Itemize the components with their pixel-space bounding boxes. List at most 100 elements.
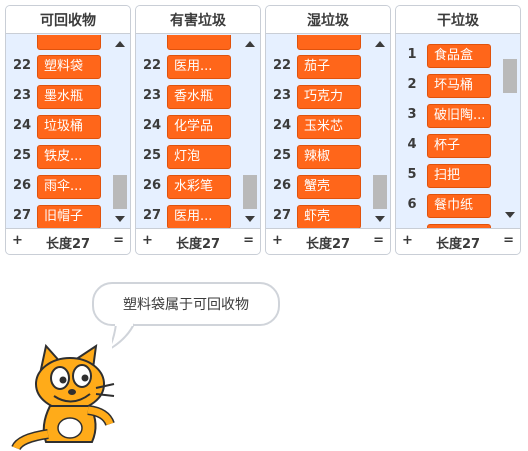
list-monitor-wet: 湿垃圾 22 茄子 23 巧克力 24 玉米芯 25 辣椒 26 蟹壳 27 虾…	[265, 5, 391, 255]
list-item: 26 蟹壳	[266, 172, 376, 202]
list-item-value[interactable]: 水彩笔	[167, 175, 231, 199]
list-item-value[interactable]	[37, 35, 101, 50]
list-item-index: 22	[272, 58, 292, 73]
monitor-title: 湿垃圾	[266, 6, 390, 34]
list-item: 24 垃圾桶	[6, 112, 116, 142]
list-item-value[interactable]: 香水瓶	[167, 85, 231, 109]
cat-sprite-icon[interactable]	[10, 342, 140, 451]
list-item-index: 22	[142, 58, 162, 73]
scrollbar[interactable]	[370, 35, 390, 228]
resize-handle[interactable]: =	[243, 233, 254, 248]
list-item-value[interactable]	[167, 35, 231, 50]
scrollbar[interactable]	[110, 35, 130, 228]
list-item-index: 24	[272, 118, 292, 133]
scroll-up-arrow-icon[interactable]	[115, 41, 125, 47]
scrollbar-thumb[interactable]	[373, 175, 387, 209]
scroll-up-arrow-icon[interactable]	[375, 41, 385, 47]
list-item-index: 6	[407, 197, 417, 212]
list-body: 1 食品盒 2 坏马桶 3 破旧陶... 4 杯子 5 扫把 6 餐巾纸	[396, 35, 520, 228]
list-item-value[interactable]: 垃圾桶	[37, 115, 101, 139]
list-body: 22 茄子 23 巧克力 24 玉米芯 25 辣椒 26 蟹壳 27 虾壳	[266, 35, 390, 228]
list-item-value[interactable]: 扫把	[427, 164, 491, 188]
list-item-value[interactable]: 蟹壳	[297, 175, 361, 199]
list-item-index: 23	[12, 88, 32, 103]
list-item: 23 香水瓶	[136, 82, 246, 112]
list-length-label: 长度27	[45, 237, 91, 252]
list-item-value[interactable]: 旧帽子	[37, 205, 101, 228]
list-item-value[interactable]: 化学品	[167, 115, 231, 139]
scroll-down-arrow-icon[interactable]	[375, 216, 385, 222]
list-item-partial	[136, 35, 246, 53]
list-item: 22 医用...	[136, 52, 246, 82]
list-item: 23 墨水瓶	[6, 82, 116, 112]
list-item-index: 27	[12, 208, 32, 223]
list-item-value[interactable]: 茄子	[297, 55, 361, 79]
scroll-down-arrow-icon[interactable]	[245, 216, 255, 222]
list-body: 22 塑料袋 23 墨水瓶 24 垃圾桶 25 铁皮... 26 雨伞... 2…	[6, 35, 130, 228]
list-item-value[interactable]: 食品盒	[427, 44, 491, 68]
list-item-value[interactable]	[297, 35, 361, 50]
monitor-title: 干垃圾	[396, 6, 520, 34]
list-item-value[interactable]: 杯子	[427, 134, 491, 158]
list-item: 25 铁皮...	[6, 142, 116, 172]
list-item: 25 辣椒	[266, 142, 376, 172]
list-item: 24 玉米芯	[266, 112, 376, 142]
list-item-value[interactable]: 破旧陶...	[427, 104, 491, 128]
list-item-index: 1	[407, 47, 417, 62]
list-item: 22 茄子	[266, 52, 376, 82]
scrollbar-thumb[interactable]	[503, 59, 517, 93]
list-item-index: 26	[12, 178, 32, 193]
list-item-value[interactable]: 医用...	[167, 205, 231, 228]
list-item-value[interactable]: 医用...	[167, 55, 231, 79]
list-item-index: 25	[142, 148, 162, 163]
list-item-value[interactable]: 灯泡	[167, 145, 231, 169]
list-item: 6 餐巾纸	[396, 191, 506, 221]
scrollbar-thumb[interactable]	[113, 175, 127, 209]
list-item-value[interactable]: 铁皮...	[37, 145, 101, 169]
list-item-value[interactable]: 餐巾纸	[427, 194, 491, 218]
list-item: 26 雨伞...	[6, 172, 116, 202]
list-item: 24 化学品	[136, 112, 246, 142]
list-item: 27 虾壳	[266, 202, 376, 228]
list-item: 25 灯泡	[136, 142, 246, 172]
scrollbar-thumb[interactable]	[243, 175, 257, 209]
list-item-value[interactable]: 玉米芯	[297, 115, 361, 139]
list-item-partial	[6, 35, 116, 53]
list-item: 27 旧帽子	[6, 202, 116, 228]
list-item-value[interactable]: 塑料袋	[37, 55, 101, 79]
list-item-value[interactable]: 辣椒	[297, 145, 361, 169]
list-item-index: 26	[272, 178, 292, 193]
list-item: 2 坏马桶	[396, 71, 506, 101]
scrollbar[interactable]	[500, 35, 520, 228]
monitor-footer: + 长度27 =	[136, 228, 260, 254]
list-item-value[interactable]: 巧克力	[297, 85, 361, 109]
list-item-index: 22	[12, 58, 32, 73]
list-length-label: 长度27	[175, 237, 221, 252]
list-item: 5 扫把	[396, 161, 506, 191]
list-item: 23 巧克力	[266, 82, 376, 112]
resize-handle[interactable]: =	[373, 233, 384, 248]
speech-bubble: 塑料袋属于可回收物	[92, 282, 280, 326]
list-body: 22 医用... 23 香水瓶 24 化学品 25 灯泡 26 水彩笔 27 医…	[136, 35, 260, 228]
monitor-title: 可回收物	[6, 6, 130, 34]
list-monitor-recyclable: 可回收物 22 塑料袋 23 墨水瓶 24 垃圾桶 25 铁皮... 26 雨伞…	[5, 5, 131, 255]
list-item-index: 25	[272, 148, 292, 163]
list-monitor-dry: 干垃圾 1 食品盒 2 坏马桶 3 破旧陶... 4 杯子 5 扫把 6 餐巾纸	[395, 5, 521, 255]
list-length-label: 长度27	[435, 237, 481, 252]
resize-handle[interactable]: =	[113, 233, 124, 248]
list-item-value[interactable]: 墨水瓶	[37, 85, 101, 109]
scroll-down-arrow-icon[interactable]	[505, 212, 515, 218]
list-item-partial	[266, 35, 376, 53]
list-item-value[interactable]: 雨伞...	[37, 175, 101, 199]
list-item-index: 4	[407, 137, 417, 152]
scroll-up-arrow-icon[interactable]	[245, 41, 255, 47]
scrollbar[interactable]	[240, 35, 260, 228]
list-item-value[interactable]: 虾壳	[297, 205, 361, 228]
list-item-value[interactable]: 坏马桶	[427, 74, 491, 98]
resize-handle[interactable]: =	[503, 233, 514, 248]
list-item-index: 5	[407, 167, 417, 182]
scroll-down-arrow-icon[interactable]	[115, 216, 125, 222]
list-item: 26 水彩笔	[136, 172, 246, 202]
list-length-label: 长度27	[305, 237, 351, 252]
list-item-index: 24	[12, 118, 32, 133]
